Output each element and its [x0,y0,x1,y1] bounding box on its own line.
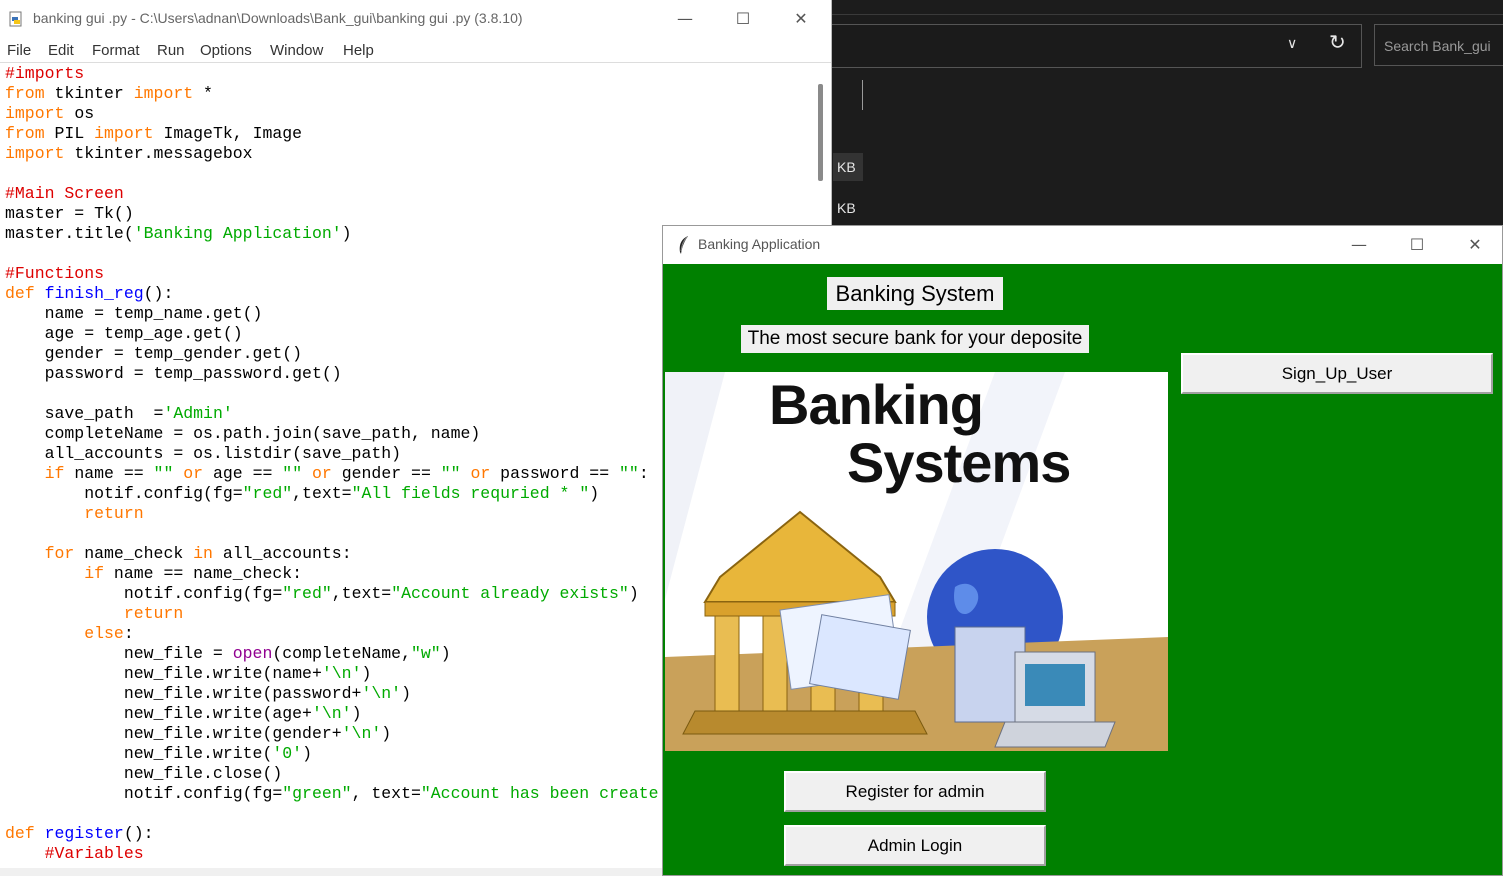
scrollbar-thumb[interactable] [818,84,823,181]
banking-app-window: Banking Application — ☐ ✕ Banking System… [662,225,1503,876]
banking-systems-image: Banking Systems [665,372,1168,751]
code-line[interactable]: #Main Screen [5,184,811,204]
menu-file[interactable]: File [7,42,31,59]
app-content: Banking System The most secure bank for … [663,264,1502,875]
code-line[interactable]: master = Tk() [5,204,811,224]
maximize-icon[interactable]: ☐ [1402,232,1432,258]
menu-run[interactable]: Run [157,42,185,59]
close-icon[interactable]: ✕ [786,6,816,32]
python-file-icon [9,11,22,27]
code-line[interactable]: ​ [5,164,811,184]
code-line[interactable]: from PIL import ImageTk, Image [5,124,811,144]
title-bar[interactable]: banking gui .py - C:\Users\adnan\Downloa… [0,0,831,38]
menu-bar: File Edit Format Run Options Window Help [0,38,831,63]
code-line[interactable]: from tkinter import * [5,84,811,104]
code-line[interactable]: import os [5,104,811,124]
menu-format[interactable]: Format [92,42,140,59]
code-line[interactable]: #imports [5,64,811,84]
file-size-unit: KB [833,153,863,181]
menu-window[interactable]: Window [270,42,323,59]
title-bar[interactable]: Banking Application — ☐ ✕ [663,226,1502,264]
window-title: Banking Application [698,236,821,252]
menu-options[interactable]: Options [200,42,252,59]
window-title: banking gui .py - C:\Users\adnan\Downloa… [33,10,523,26]
heading-label: Banking System [827,277,1003,310]
code-line[interactable]: import tkinter.messagebox [5,144,811,164]
menu-edit[interactable]: Edit [48,42,74,59]
search-input[interactable]: Search Bank_gui [1374,24,1503,66]
minimize-icon[interactable]: — [1344,232,1374,258]
sign-up-user-button[interactable]: Sign_Up_User [1181,353,1493,394]
menu-help[interactable]: Help [343,42,374,59]
minimize-icon[interactable]: — [670,6,700,32]
divider [832,14,1503,15]
column-divider[interactable] [862,80,863,110]
file-size-unit: KB [837,200,856,216]
chevron-down-icon[interactable]: ∨ [1287,36,1297,52]
feather-icon [679,236,688,254]
address-bar[interactable] [832,24,1362,68]
maximize-icon[interactable]: ☐ [728,6,758,32]
tagline-label: The most secure bank for your deposite [741,325,1089,353]
picture-title-line2: Systems [847,431,1071,494]
picture-title-line1: Banking [769,373,984,436]
refresh-icon[interactable]: ↻ [1329,30,1346,54]
close-icon[interactable]: ✕ [1460,232,1490,258]
register-admin-button[interactable]: Register for admin [784,771,1046,812]
admin-login-button[interactable]: Admin Login [784,825,1046,866]
